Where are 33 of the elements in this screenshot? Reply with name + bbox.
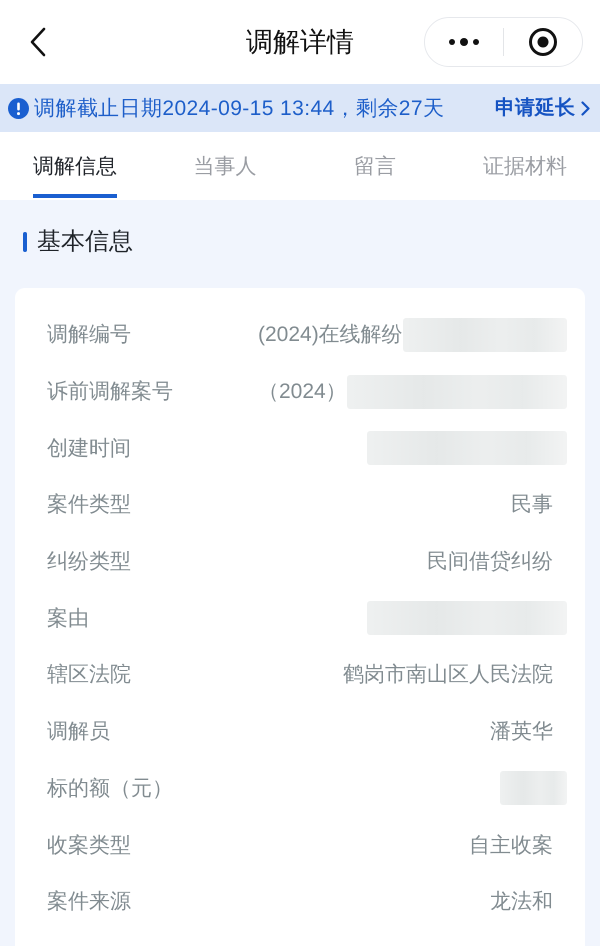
- section-bar-icon: [23, 232, 27, 252]
- tab[interactable]: 证据材料: [450, 132, 600, 200]
- field-label: 收案类型: [47, 834, 132, 856]
- field-label: 调解员: [47, 721, 111, 742]
- extend-request-link[interactable]: 申请延长: [495, 98, 590, 118]
- field-label: 案件类型: [47, 494, 132, 516]
- field-value: 潘英华: [490, 721, 553, 742]
- field-value: 龙法和: [490, 891, 553, 912]
- deadline-notice: 调解截止日期2024-09-15 13:44，剩余27天: [34, 98, 444, 118]
- more-icon: [448, 38, 480, 46]
- field-label: 辖区法院: [47, 664, 132, 686]
- section-title: 基本信息: [37, 230, 133, 254]
- tab[interactable]: 当事人: [150, 132, 300, 200]
- field-label: 诉前调解案号: [47, 381, 174, 402]
- field-value: （2024）: [258, 381, 347, 402]
- tab[interactable]: 留言: [300, 132, 450, 200]
- field-value: 民事: [511, 494, 553, 516]
- field-label: 调解编号: [47, 324, 132, 346]
- field-label: 创建时间: [47, 438, 132, 459]
- field-value: 鹤岗市南山区人民法院: [343, 664, 553, 686]
- field-label: 标的额（元）: [47, 778, 174, 799]
- target-icon: [528, 27, 558, 57]
- tab[interactable]: 调解信息: [0, 132, 150, 200]
- field-label: 纠纷类型: [47, 551, 132, 572]
- field-value: 自主收案: [469, 834, 553, 856]
- chevron-right-icon: [581, 100, 590, 116]
- field-label: 案由: [47, 608, 90, 629]
- back-icon: [30, 27, 46, 57]
- field-value: (2024)在线解纷: [258, 324, 403, 346]
- alert-icon: [8, 98, 29, 118]
- field-label: 案件来源: [47, 891, 132, 912]
- page-title: 调解详情: [246, 28, 354, 56]
- field-value: 民间借贷纠纷: [427, 551, 553, 572]
